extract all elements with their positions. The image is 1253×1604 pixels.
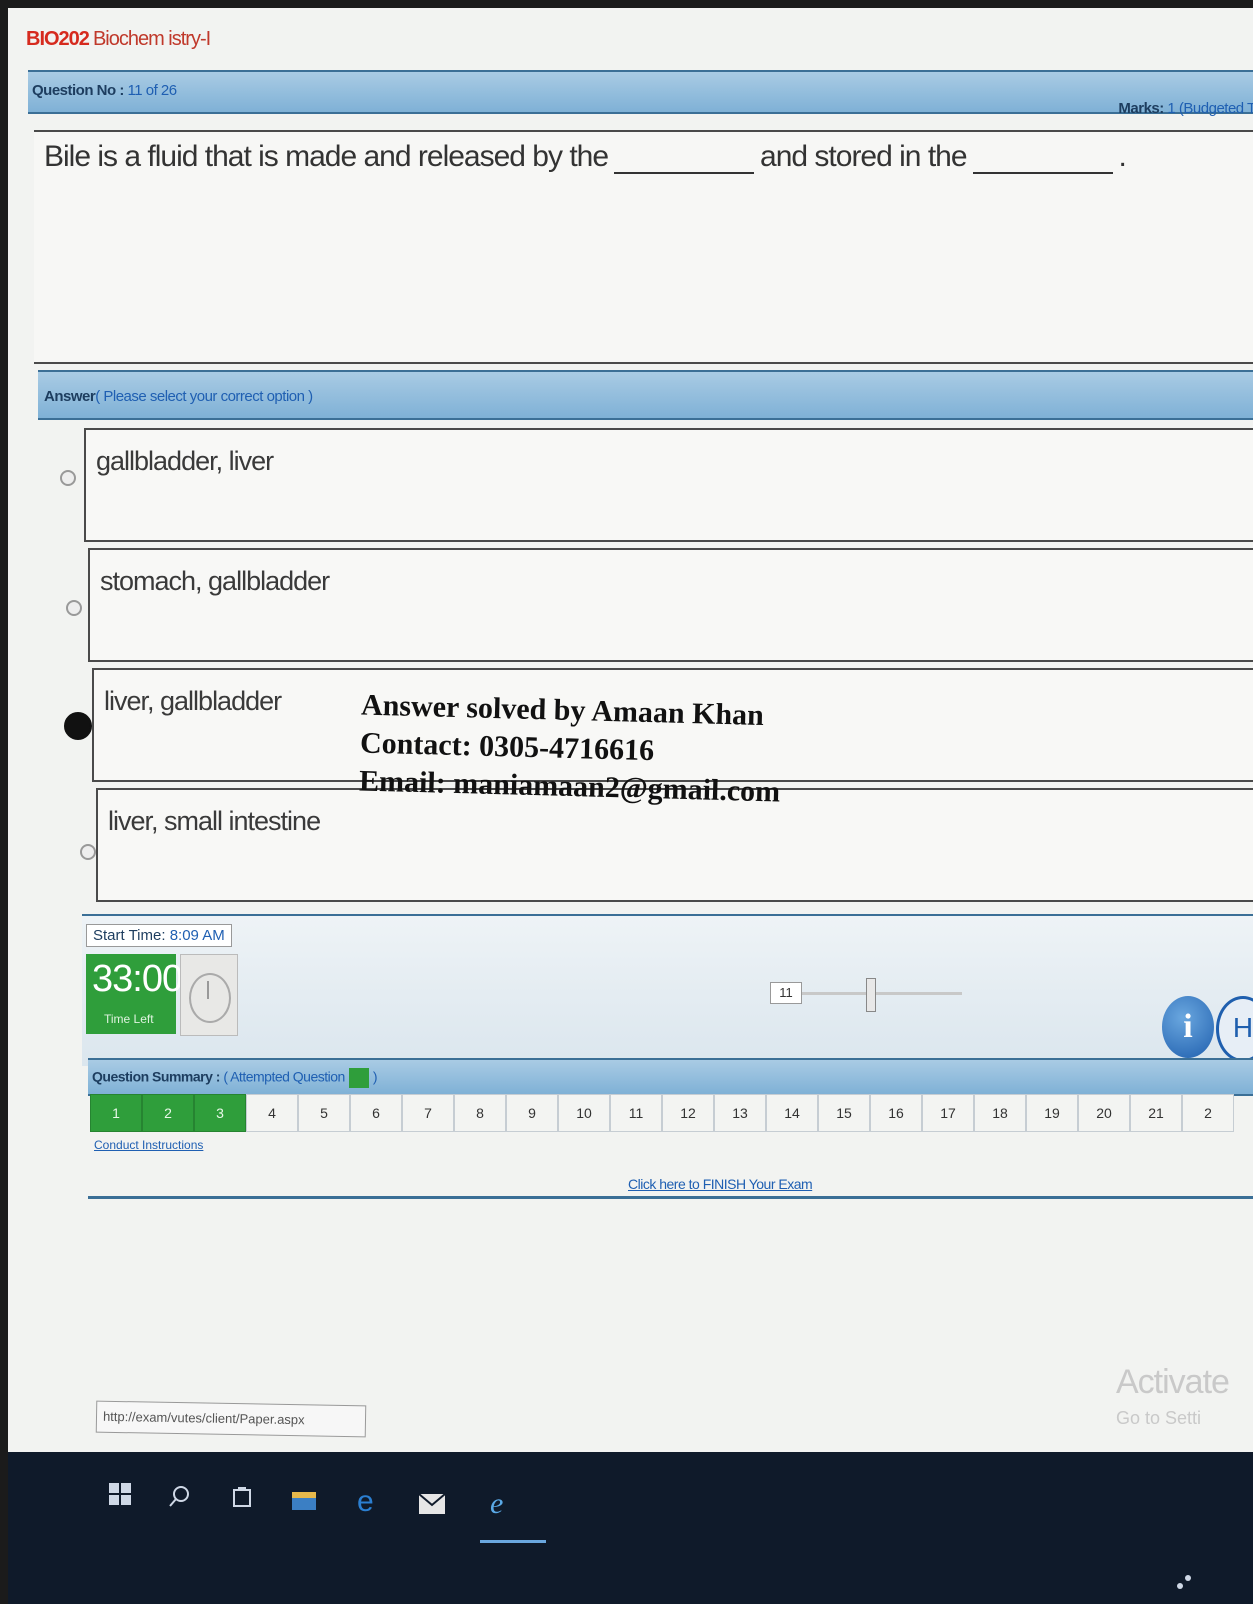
question-header-bar: Question No : 11 of 26 Marks: 1 (Budgete… xyxy=(28,70,1253,117)
question-cell[interactable]: 19 xyxy=(1026,1094,1078,1132)
question-cell[interactable]: 4 xyxy=(246,1094,298,1132)
question-number-label: Question No : xyxy=(32,82,124,99)
question-cell[interactable]: 14 xyxy=(766,1094,818,1132)
summary-label: Question Summary : ( Attempted Question) xyxy=(92,1068,378,1088)
option-1-text: gallbladder, liver xyxy=(96,446,274,476)
start-time-value: 8:09 AM xyxy=(169,927,225,944)
answer-header-bar: Answer( Please select your correct optio… xyxy=(38,370,1253,420)
question-grid: 1 2 3 4 5 6 7 8 9 10 11 12 13 14 15 16 17 18 19 20 21 2 xyxy=(90,1094,1234,1132)
summary-legend-close: ) xyxy=(372,1068,378,1085)
question-text-part2: and stored in the xyxy=(760,140,967,173)
search-icon[interactable] xyxy=(166,1482,194,1510)
question-panel: Bile is a fluid that is made and release… xyxy=(34,130,1253,364)
option-3-text: liver, gallbladder xyxy=(104,686,282,716)
taskbar: e e xyxy=(8,1452,1253,1604)
question-cell[interactable]: 2 xyxy=(1182,1094,1234,1132)
answer-hint: ( Please select your correct option ) xyxy=(95,388,313,405)
internet-explorer-icon[interactable]: e xyxy=(486,1487,514,1517)
network-icon[interactable] xyxy=(1170,1568,1198,1596)
question-cell[interactable]: 7 xyxy=(402,1094,454,1132)
activate-windows-notice: Activate Go to Setti xyxy=(1116,1363,1230,1429)
windows-start-icon[interactable] xyxy=(106,1480,134,1508)
option-1[interactable]: gallbladder, liver xyxy=(84,428,1253,542)
question-number: Question No : 11 of 26 xyxy=(32,82,177,99)
question-cell[interactable]: 13 xyxy=(714,1094,766,1132)
question-number-value: 11 of 26 xyxy=(127,82,178,99)
question-text: Bile is a fluid that is made and release… xyxy=(44,140,1127,174)
clock-icon xyxy=(180,954,238,1036)
attempted-legend-swatch xyxy=(348,1068,369,1088)
time-left-box: 33:00 Time Left xyxy=(86,954,183,1034)
file-explorer-icon[interactable] xyxy=(290,1486,318,1514)
option-2-text: stomach, gallbladder xyxy=(100,566,330,596)
summary-label-text: Question Summary : xyxy=(92,1068,220,1085)
help-icon[interactable]: H xyxy=(1216,996,1253,1062)
question-cell[interactable]: 11 xyxy=(610,1094,662,1132)
question-cell[interactable]: 9 xyxy=(506,1094,558,1132)
question-cell[interactable]: 15 xyxy=(818,1094,870,1132)
task-view-icon[interactable] xyxy=(228,1484,256,1512)
active-app-indicator xyxy=(480,1540,546,1543)
answer-label: Answer( Please select your correct optio… xyxy=(44,388,313,405)
course-code: BIO202 xyxy=(26,28,90,50)
course-title: BIO202 Biochem istry-I xyxy=(26,28,211,51)
time-left-label: Time Left xyxy=(104,1012,154,1026)
summary-legend: ( Attempted Question xyxy=(223,1068,345,1085)
divider xyxy=(88,1196,1253,1199)
question-cell[interactable]: 5 xyxy=(298,1094,350,1132)
mail-icon[interactable] xyxy=(418,1490,446,1518)
marks-label: Marks: xyxy=(1118,100,1164,117)
question-text-part3: . xyxy=(1118,140,1127,173)
question-cell[interactable]: 21 xyxy=(1130,1094,1182,1132)
exam-screen: BIO202 Biochem istry-I Question No : 11 o… xyxy=(8,8,1253,1604)
svg-text:e: e xyxy=(357,1485,374,1515)
answer-label-text: Answer xyxy=(44,388,96,405)
question-cell[interactable]: 3 xyxy=(194,1094,246,1132)
option-radio-1[interactable] xyxy=(60,470,76,486)
watermark-overlay: Answer solved by Amaan Khan Contact: 030… xyxy=(359,687,783,812)
course-name: Biochem istry-I xyxy=(92,28,211,50)
info-icon[interactable]: i xyxy=(1162,996,1214,1058)
start-time: Start Time: 8:09 AM xyxy=(86,924,232,947)
question-cell[interactable]: 16 xyxy=(870,1094,922,1132)
question-cell[interactable]: 2 xyxy=(142,1094,194,1132)
option-radio-3[interactable] xyxy=(64,712,92,740)
question-summary-bar: Question Summary : ( Attempted Question) xyxy=(88,1058,1253,1096)
question-cell[interactable]: 12 xyxy=(662,1094,714,1132)
blank-1 xyxy=(614,142,755,174)
timer-panel: Start Time: 8:09 AM 33:00 Time Left 11 i… xyxy=(82,914,1253,1066)
edge-icon[interactable]: e xyxy=(354,1485,382,1515)
question-cell[interactable]: 17 xyxy=(922,1094,974,1132)
conduct-instructions-link[interactable]: Conduct Instructions xyxy=(94,1138,203,1152)
marks-value: 1 (Budgeted Ti xyxy=(1167,100,1253,117)
svg-text:e: e xyxy=(490,1487,503,1517)
activate-title: Activate xyxy=(1116,1363,1230,1401)
time-left-value: 33:00 xyxy=(92,958,183,1000)
activate-subtitle: Go to Setti xyxy=(1116,1408,1202,1428)
finish-exam-link[interactable]: Click here to FINISH Your Exam xyxy=(628,1176,813,1192)
option-2[interactable]: stomach, gallbladder xyxy=(88,548,1253,662)
question-cell[interactable]: 10 xyxy=(558,1094,610,1132)
start-time-label: Start Time: xyxy=(93,927,166,944)
question-cell[interactable]: 20 xyxy=(1078,1094,1130,1132)
blank-2 xyxy=(972,142,1113,174)
option-radio-2[interactable] xyxy=(66,600,82,616)
status-url: http://exam/vutes/client/Paper.aspx xyxy=(95,1400,367,1438)
current-question-input[interactable]: 11 xyxy=(770,982,802,1004)
question-cell[interactable]: 6 xyxy=(350,1094,402,1132)
question-text-part1: Bile is a fluid that is made and release… xyxy=(44,140,609,173)
question-cell[interactable]: 18 xyxy=(974,1094,1026,1132)
question-cell[interactable]: 8 xyxy=(454,1094,506,1132)
question-slider-thumb[interactable] xyxy=(866,978,876,1012)
question-slider-track[interactable] xyxy=(802,992,962,995)
option-4-text: liver, small intestine xyxy=(108,806,321,836)
marks-info: Marks: 1 (Budgeted Ti xyxy=(1118,100,1253,117)
question-cell[interactable]: 1 xyxy=(90,1094,142,1132)
option-radio-4[interactable] xyxy=(80,844,96,860)
